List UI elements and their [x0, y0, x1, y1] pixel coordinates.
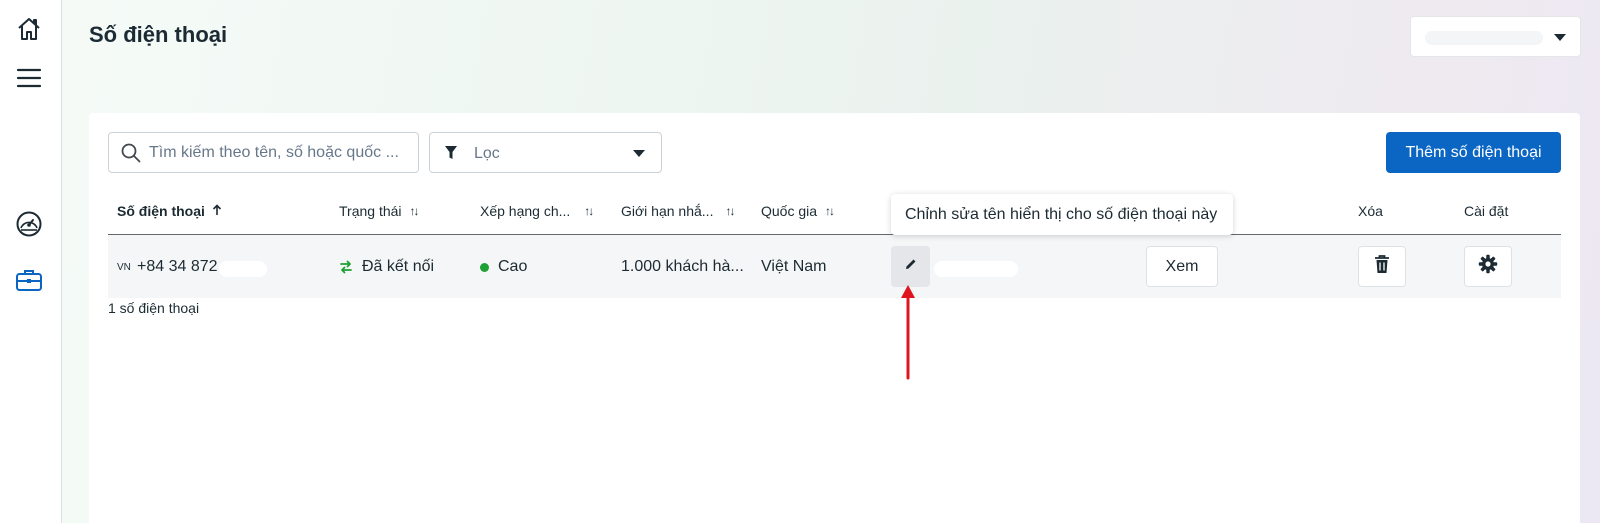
column-label: Trạng thái: [339, 203, 402, 219]
country-code: VN: [117, 262, 131, 273]
filter-label: Lọc: [474, 145, 500, 162]
sort-ascending-icon: [212, 203, 222, 219]
sort-icon: ↑↓: [409, 204, 420, 218]
country-name: Việt Nam: [761, 258, 827, 275]
briefcase-icon[interactable]: [13, 264, 45, 296]
delete-button[interactable]: [1358, 246, 1406, 287]
menu-icon[interactable]: [13, 62, 45, 94]
status-text: Đã kết nối: [362, 258, 435, 275]
redacted-account-name: [1425, 31, 1543, 45]
account-selector[interactable]: [1410, 16, 1581, 57]
filter-icon: [444, 145, 458, 166]
sidebar: [0, 0, 62, 523]
sort-icon: ↑↓: [584, 204, 594, 218]
edit-display-name-button[interactable]: [891, 246, 930, 287]
sort-icon: ↑↓: [825, 204, 835, 218]
annotation-arrow-icon: [901, 285, 915, 380]
quality-rating: Cao: [498, 258, 528, 275]
trash-icon: [1373, 254, 1391, 279]
column-label: Số điện thoại: [117, 203, 205, 219]
edit-tooltip: Chỉnh sửa tên hiển thị cho số điện thoại…: [891, 194, 1233, 235]
column-label: Giới hạn nhắ...: [621, 203, 714, 219]
column-header-delete: Xóa: [1358, 203, 1383, 219]
tooltip-text: Chỉnh sửa tên hiển thị cho số điện thoại…: [905, 205, 1218, 223]
sort-icon: ↑↓: [725, 204, 735, 218]
page-title: Số điện thoại: [89, 22, 228, 47]
rating-dot: [480, 263, 489, 272]
messaging-limit: 1.000 khách hà...: [621, 258, 744, 275]
redacted-phone-digits: [219, 261, 267, 277]
settings-button[interactable]: [1464, 246, 1512, 287]
column-label: Cài đặt: [1464, 203, 1509, 219]
column-header-country[interactable]: Quốc gia ↑↓: [761, 203, 835, 219]
view-button[interactable]: Xem: [1146, 246, 1218, 287]
column-header-settings: Cài đặt: [1464, 203, 1508, 219]
column-label: Xóa: [1358, 203, 1383, 219]
column-label: Xếp hạng ch...: [480, 203, 571, 219]
home-icon[interactable]: [13, 13, 45, 45]
pencil-icon: [904, 257, 918, 276]
add-phone-number-button[interactable]: Thêm số điện thoại: [1386, 132, 1561, 173]
filter-dropdown[interactable]: Lọc: [429, 132, 662, 173]
dashboard-icon[interactable]: [13, 208, 45, 240]
phone-numbers-card: [89, 113, 1580, 523]
connected-icon: [339, 259, 353, 280]
column-header-limit[interactable]: Giới hạn nhắ... ↑↓: [621, 203, 735, 219]
redacted-display-name: [934, 261, 1018, 277]
column-header-rating[interactable]: Xếp hạng ch... ↑↓: [480, 203, 594, 219]
column-header-status[interactable]: Trạng thái ↑↓: [339, 203, 420, 219]
search-box[interactable]: [108, 132, 419, 173]
chevron-down-icon: [633, 150, 645, 157]
table-row: [108, 235, 1561, 298]
phone-number: +84 34 872: [137, 258, 218, 275]
search-icon: [121, 143, 141, 168]
column-header-phone[interactable]: Số điện thoại: [117, 203, 222, 219]
chevron-down-icon: [1554, 34, 1566, 41]
search-input[interactable]: [149, 142, 411, 164]
row-count: 1 số điện thoại: [108, 300, 200, 316]
column-label: Quốc gia: [761, 203, 818, 219]
gear-icon: [1478, 254, 1498, 279]
